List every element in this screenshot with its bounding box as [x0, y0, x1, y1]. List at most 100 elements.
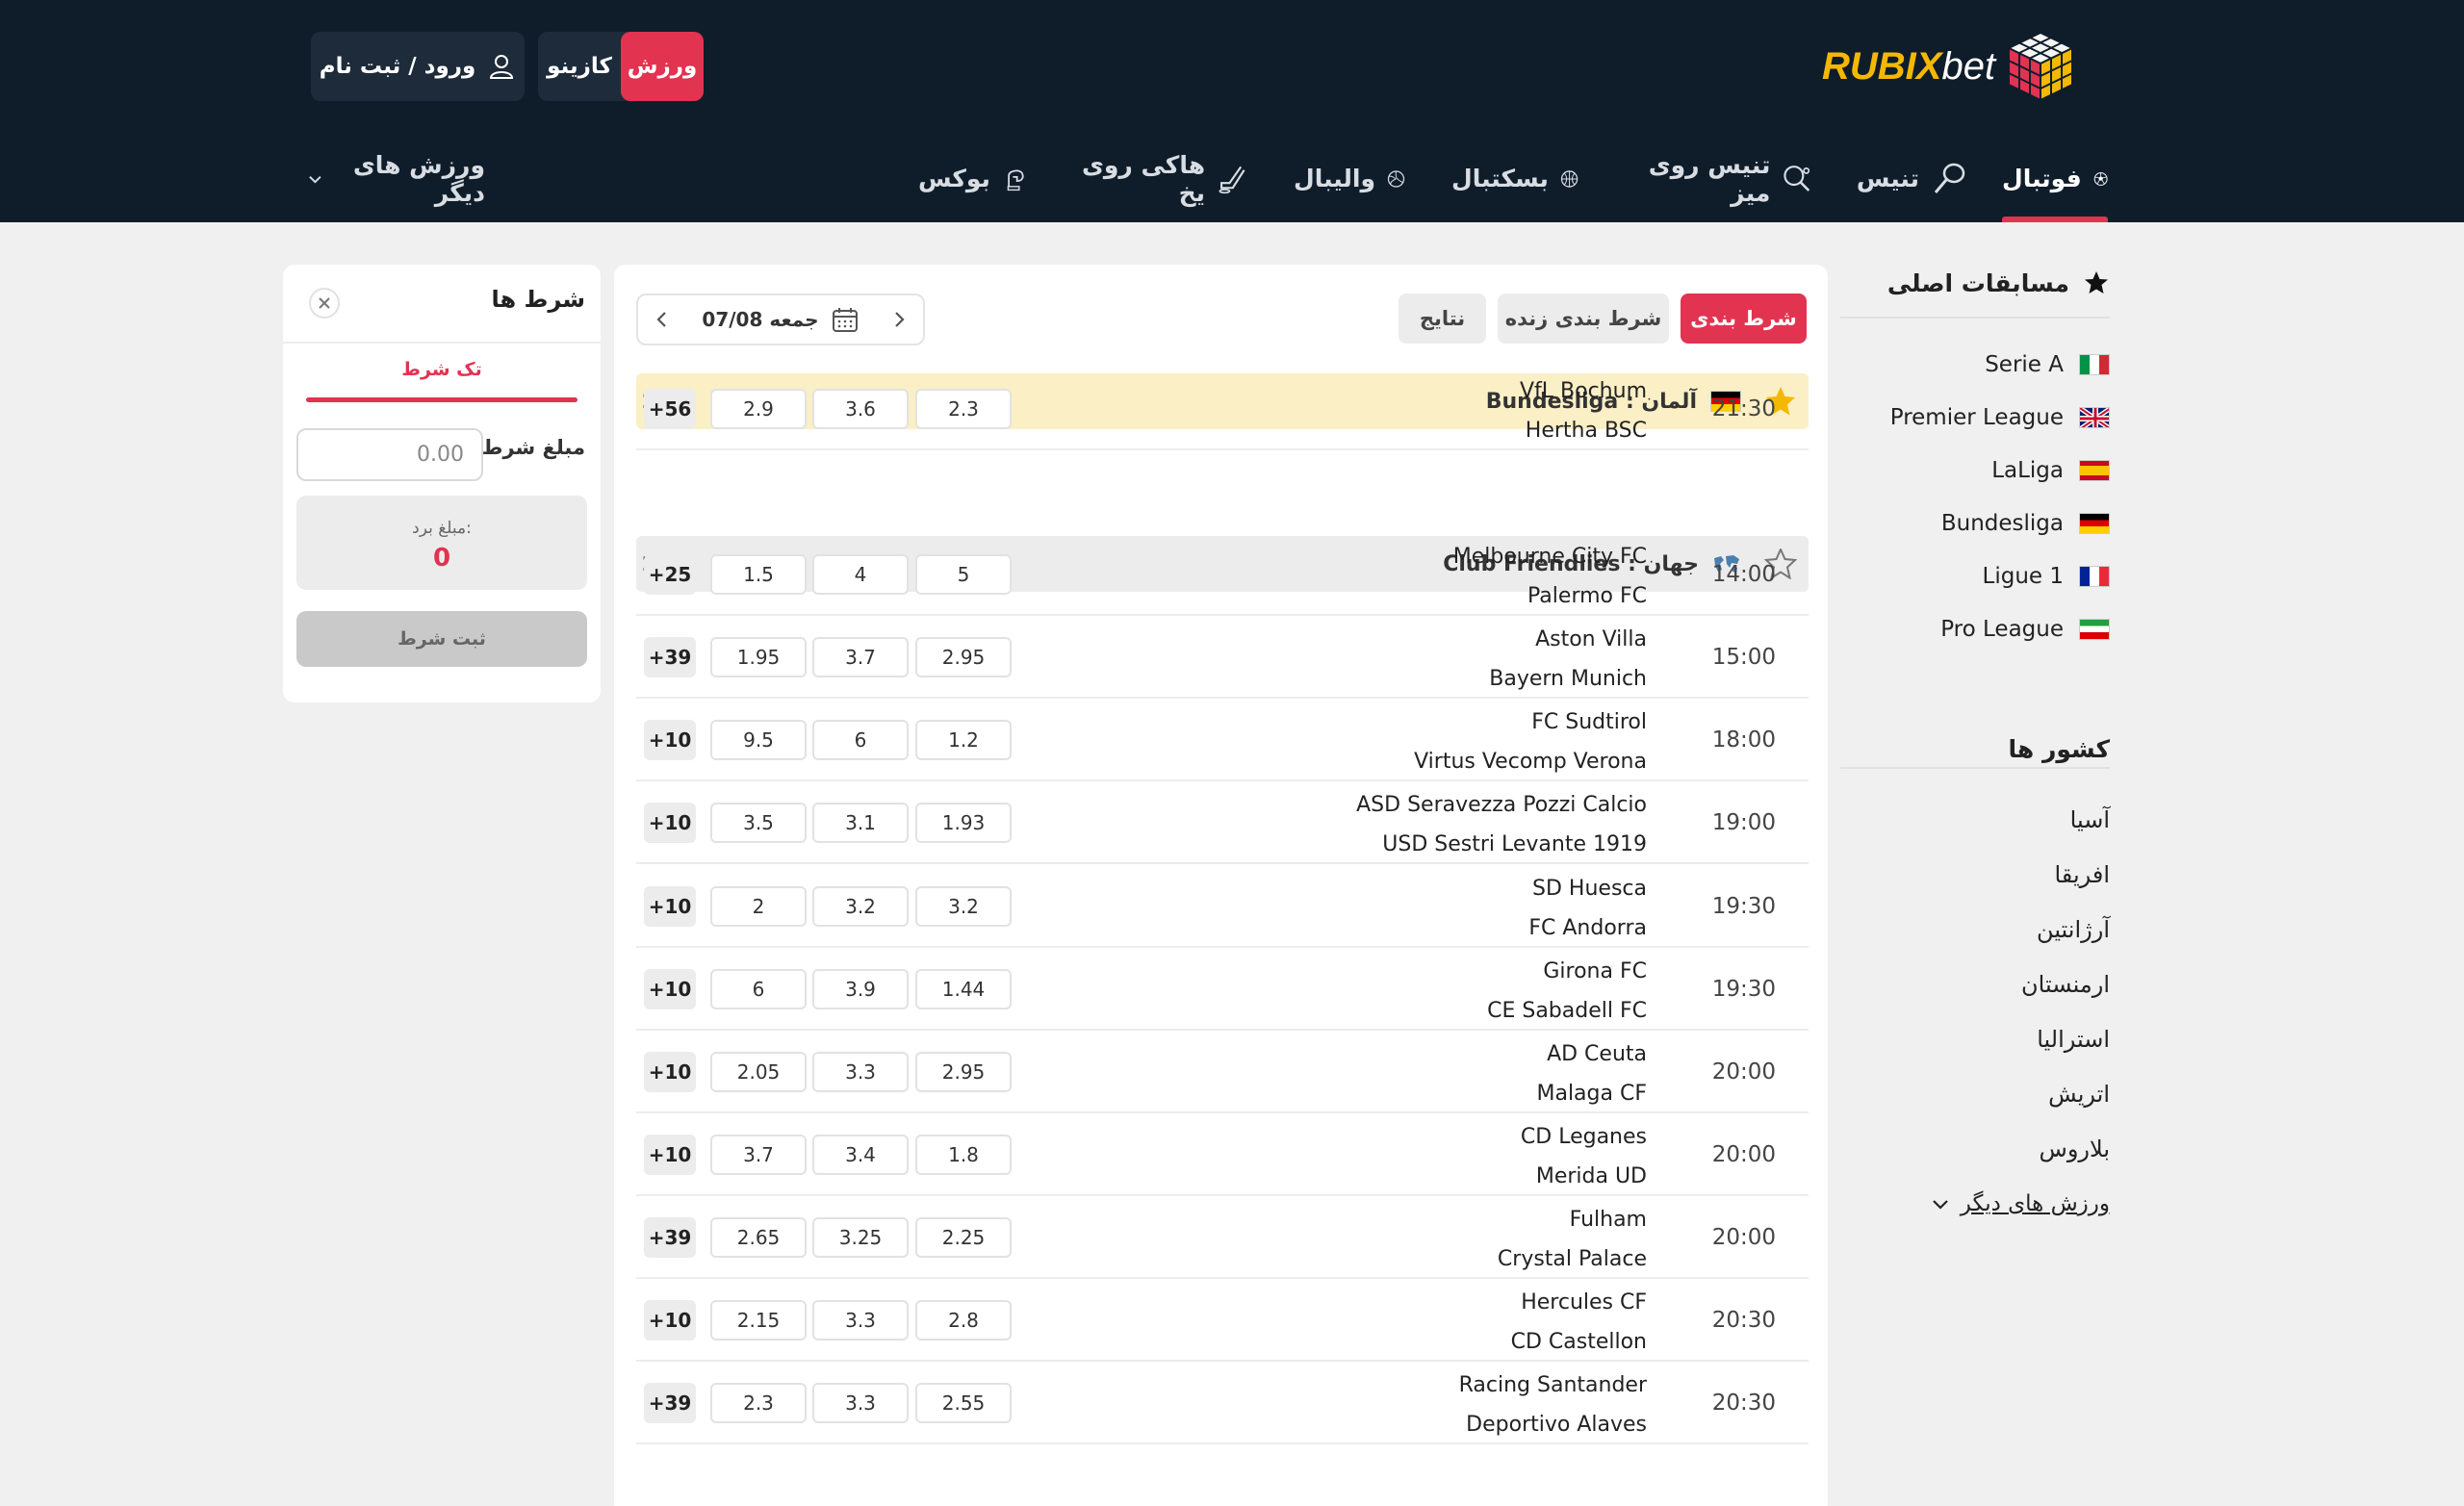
- nav-item-basketball[interactable]: بسکتبال: [1451, 135, 1578, 222]
- odds-home-button[interactable]: 2.3: [915, 389, 1012, 429]
- match-row[interactable]: 20:30 Racing Santander Deportivo Alaves 2.5…: [636, 1362, 1809, 1444]
- more-markets-button[interactable]: +10: [644, 1052, 696, 1092]
- odds-draw-button[interactable]: 3.9: [812, 969, 909, 1009]
- sidebar-more-sports-link[interactable]: ورزش های دیگر: [1840, 1176, 2110, 1231]
- odds-home-button[interactable]: 1.93: [915, 803, 1012, 843]
- match-row[interactable]: 18:00 FC Sudtirol Virtus Vecomp Verona 1.2 6…: [636, 699, 1809, 781]
- odds-draw-button[interactable]: 3.1: [812, 803, 909, 843]
- login-register-label: ورود / ثبت نام: [319, 54, 476, 79]
- sidebar-league-laliga[interactable]: LaLiga: [1840, 444, 2110, 497]
- more-markets-button[interactable]: +10: [644, 886, 696, 927]
- odds-home-button[interactable]: 1.2: [915, 720, 1012, 760]
- sport-section-button[interactable]: ورزش: [621, 32, 704, 101]
- nav-item-volleyball[interactable]: والیبال: [1294, 135, 1405, 222]
- match-row[interactable]: 19:00 ASD Seravezza Pozzi Calcio USD Sestr…: [636, 781, 1809, 864]
- nav-item-boxing[interactable]: بوکس: [918, 135, 1028, 222]
- nav-item-tennis[interactable]: تنیس: [1850, 135, 1967, 222]
- sidebar-league-bundesliga[interactable]: Bundesliga: [1840, 497, 2110, 549]
- more-markets-button[interactable]: +10: [644, 803, 696, 843]
- odds-home-button[interactable]: 2.95: [915, 1052, 1012, 1092]
- match-row[interactable]: 14:00 Melbourne City FC Palermo FC 5 4 1.5 +25: [636, 533, 1809, 616]
- odds-draw-button[interactable]: 3.3: [812, 1383, 909, 1423]
- sidebar-country-item[interactable]: آسیا: [1840, 792, 2110, 847]
- sidebar-country-item[interactable]: اتریش: [1840, 1066, 2110, 1121]
- sidebar-country-item[interactable]: استرالیا: [1840, 1011, 2110, 1066]
- odds-home-button[interactable]: 1.8: [915, 1135, 1012, 1175]
- date-display[interactable]: جمعه 07/08: [702, 305, 859, 334]
- odds-draw-button[interactable]: 4: [812, 554, 909, 595]
- away-team: USD Sestri Levante 1919: [1382, 832, 1647, 856]
- odds-home-button[interactable]: 3.2: [915, 886, 1012, 927]
- odds-away-button[interactable]: 2.9: [710, 389, 807, 429]
- odds-away-button[interactable]: 3.5: [710, 803, 807, 843]
- odds-home-button[interactable]: 1.44: [915, 969, 1012, 1009]
- casino-section-button[interactable]: کازینو: [538, 32, 621, 101]
- place-bet-button[interactable]: ثبت شرط: [296, 611, 587, 667]
- match-time: 19:00: [1711, 810, 1776, 835]
- more-markets-button[interactable]: +10: [644, 1300, 696, 1340]
- match-row[interactable]: 20:00 Fulham Crystal Palace 2.25 3.25 2.65 +39: [636, 1196, 1809, 1279]
- stake-input[interactable]: 0.00: [296, 428, 483, 481]
- more-markets-button[interactable]: +10: [644, 720, 696, 760]
- sidebar-country-item[interactable]: افریقا: [1840, 847, 2110, 902]
- odds-away-button[interactable]: 1.5: [710, 554, 807, 595]
- more-markets-button[interactable]: +39: [644, 1217, 696, 1258]
- match-row[interactable]: 19:30 SD Huesca FC Andorra 3.2 3.2 2 +10: [636, 865, 1809, 948]
- sidebar-league-ligue-1[interactable]: Ligue 1: [1840, 549, 2110, 602]
- odds-draw-button[interactable]: 6: [812, 720, 909, 760]
- odds-away-button[interactable]: 2: [710, 886, 807, 927]
- odds-away-button[interactable]: 2.3: [710, 1383, 807, 1423]
- odds-away-button[interactable]: 2.05: [710, 1052, 807, 1092]
- sidebar-league-serie-a[interactable]: Serie A: [1840, 338, 2110, 391]
- odds-draw-button[interactable]: 3.25: [812, 1217, 909, 1258]
- odds-home-button[interactable]: 2.25: [915, 1217, 1012, 1258]
- sidebar-league-pro-league[interactable]: Pro League: [1840, 602, 2110, 655]
- chevron-left-icon[interactable]: [652, 309, 673, 330]
- sidebar-country-item[interactable]: بلاروس: [1840, 1121, 2110, 1176]
- nav-other-sports-dropdown[interactable]: ورزش های دیگر: [306, 135, 485, 222]
- sidebar-country-item[interactable]: آرژانتین: [1840, 902, 2110, 957]
- tab-results[interactable]: نتایج: [1399, 294, 1486, 344]
- tab-single-bet[interactable]: تک شرط: [306, 359, 578, 380]
- sidebar-league-premier-league[interactable]: Premier League: [1840, 391, 2110, 444]
- odds-home-button[interactable]: 5: [915, 554, 1012, 595]
- more-markets-button[interactable]: +25: [644, 554, 696, 595]
- more-markets-button[interactable]: +10: [644, 1135, 696, 1175]
- nav-item-football[interactable]: فوتبال: [2002, 135, 2108, 222]
- more-markets-button[interactable]: +56: [644, 389, 696, 429]
- odds-away-button[interactable]: 2.65: [710, 1217, 807, 1258]
- match-row[interactable]: 21:30 VfL Bochum Hertha BSC 2.3 3.6 2.9 +56: [636, 368, 1809, 450]
- tab-prematch-betting[interactable]: شرط بندی: [1681, 294, 1807, 344]
- more-markets-button[interactable]: +39: [644, 637, 696, 677]
- more-markets-button[interactable]: +39: [644, 1383, 696, 1423]
- odds-draw-button[interactable]: 3.2: [812, 886, 909, 927]
- match-row[interactable]: 15:00 Aston Villa Bayern Munich 2.95 3.7 1.95…: [636, 616, 1809, 699]
- odds-draw-button[interactable]: 3.3: [812, 1300, 909, 1340]
- nav-item-ice-hockey[interactable]: هاکی روی یخ: [1072, 135, 1247, 222]
- close-button[interactable]: [309, 288, 340, 319]
- odds-home-button[interactable]: 2.95: [915, 637, 1012, 677]
- site-logo[interactable]: RUBIXbet: [1822, 29, 2107, 104]
- match-row[interactable]: 19:30 Girona FC CE Sabadell FC 1.44 3.9 6 +10: [636, 948, 1809, 1031]
- match-row[interactable]: 20:30 Hercules CF CD Castellon 2.8 3.3 2.15 +1…: [636, 1279, 1809, 1362]
- tab-live-betting[interactable]: شرط بندی زنده: [1498, 294, 1669, 344]
- match-row[interactable]: 20:00 AD Ceuta Malaga CF 2.95 3.3 2.05 +10: [636, 1031, 1809, 1113]
- odds-draw-button[interactable]: 3.7: [812, 637, 909, 677]
- odds-away-button[interactable]: 6: [710, 969, 807, 1009]
- odds-home-button[interactable]: 2.55: [915, 1383, 1012, 1423]
- odds-draw-button[interactable]: 3.6: [812, 389, 909, 429]
- nav-item-label: تنیس: [1856, 165, 1919, 192]
- odds-draw-button[interactable]: 3.4: [812, 1135, 909, 1175]
- odds-away-button[interactable]: 3.7: [710, 1135, 807, 1175]
- odds-draw-button[interactable]: 3.3: [812, 1052, 909, 1092]
- chevron-right-icon[interactable]: [888, 309, 910, 330]
- login-register-button[interactable]: ورود / ثبت نام: [311, 32, 525, 101]
- odds-away-button[interactable]: 1.95: [710, 637, 807, 677]
- nav-item-table-tennis[interactable]: تنیس روی میز: [1625, 135, 1813, 222]
- more-markets-button[interactable]: +10: [644, 969, 696, 1009]
- odds-home-button[interactable]: 2.8: [915, 1300, 1012, 1340]
- match-row[interactable]: 20:00 CD Leganes Merida UD 1.8 3.4 3.7 +10: [636, 1113, 1809, 1196]
- sidebar-country-item[interactable]: ارمنستان: [1840, 957, 2110, 1011]
- odds-away-button[interactable]: 9.5: [710, 720, 807, 760]
- odds-away-button[interactable]: 2.15: [710, 1300, 807, 1340]
